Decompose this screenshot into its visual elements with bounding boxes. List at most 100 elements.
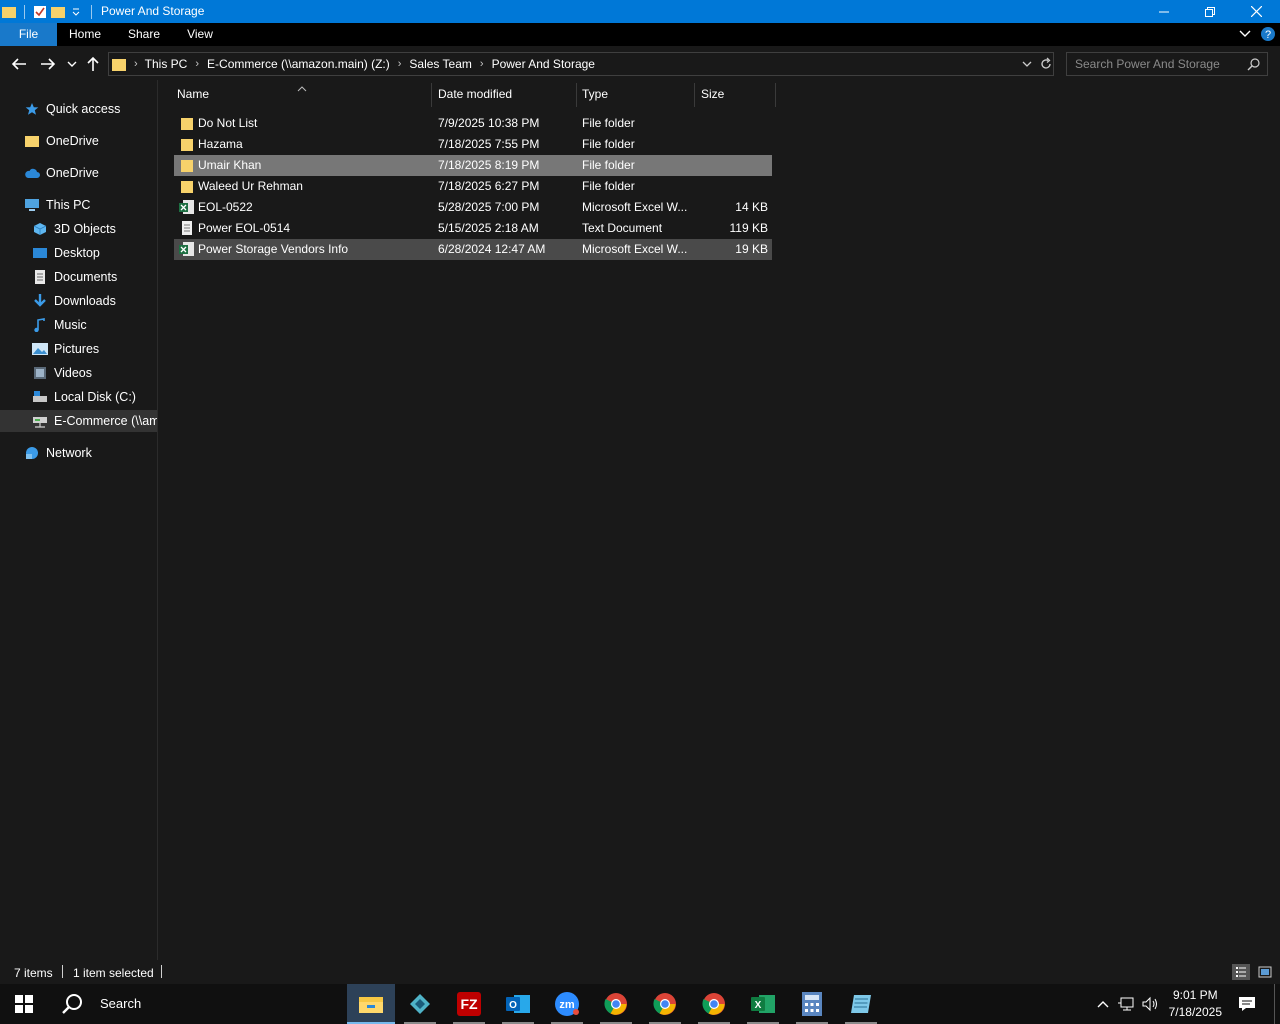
taskbar-zoom[interactable]: zm [543, 984, 591, 1024]
nav-item-onedrive-folder[interactable]: OneDrive [24, 130, 99, 152]
quick-access-toolbar [0, 0, 98, 23]
start-button[interactable] [0, 984, 48, 1024]
clock-date: 7/18/2025 [1168, 1005, 1222, 1019]
nav-item-3d-objects[interactable]: 3D Objects [32, 218, 116, 240]
expand-ribbon-button[interactable] [1238, 28, 1254, 42]
taskbar-chrome-3[interactable] [690, 984, 738, 1024]
chevron-down-icon [1022, 61, 1032, 67]
file-date: 7/18/2025 6:27 PM [438, 179, 540, 193]
minimize-icon [1159, 11, 1169, 12]
file-name: Power Storage Vendors Info [198, 242, 349, 256]
zoom-icon: zm [555, 992, 579, 1016]
nav-item-documents[interactable]: Documents [32, 266, 117, 288]
file-list: Name Date modified Type Size Do Not List… [158, 80, 1280, 960]
svg-text:FZ: FZ [460, 996, 478, 1012]
search-input[interactable]: Search Power And Storage [1075, 57, 1220, 71]
new-folder-icon[interactable] [49, 3, 67, 21]
properties-icon[interactable] [31, 3, 49, 21]
show-hidden-icons-button[interactable] [1096, 997, 1110, 1011]
file-size [696, 155, 768, 176]
tab-share[interactable]: Share [120, 23, 168, 46]
folder-icon [181, 181, 193, 193]
nav-item-ecommerce-drive[interactable]: E-Commerce (\\amazon.main) (Z:) [0, 410, 157, 432]
taskbar: Search FZ O zm X 9:01 PM 7/18/2025 [0, 984, 1280, 1024]
folder-icon [0, 3, 18, 21]
taskbar-filezilla[interactable]: FZ [445, 984, 493, 1024]
address-bar[interactable]: › This PC › E-Commerce (\\amazon.main) (… [108, 52, 1054, 76]
taskbar-search-button[interactable] [48, 984, 96, 1024]
breadcrumb-power-and-storage[interactable]: Power And Storage [492, 57, 595, 71]
search-box[interactable]: Search Power And Storage [1066, 52, 1268, 76]
file-name: EOL-0522 [198, 200, 253, 214]
network-drive-icon [32, 413, 48, 429]
arrow-right-icon [41, 58, 56, 70]
taskbar-file-explorer[interactable] [347, 984, 395, 1024]
column-header-type[interactable]: Type [576, 80, 694, 108]
taskbar-clock[interactable]: 9:01 PM 7/18/2025 [1169, 987, 1222, 1021]
taskbar-outlook[interactable]: O [494, 984, 542, 1024]
refresh-button[interactable] [1039, 57, 1053, 71]
taskbar-chrome-2[interactable] [641, 984, 689, 1024]
nav-item-onedrive-cloud[interactable]: OneDrive [24, 162, 99, 184]
breadcrumb-ecommerce-drive[interactable]: E-Commerce (\\amazon.main) (Z:) [207, 57, 390, 71]
item-count: 7 items [14, 966, 53, 980]
file-row[interactable]: Power Storage Vendors Info 6/28/2024 12:… [174, 239, 772, 260]
taskbar-excel[interactable]: X [739, 984, 787, 1024]
breadcrumb: › This PC › E-Commerce (\\amazon.main) (… [109, 53, 595, 75]
tab-file[interactable]: File [0, 23, 57, 46]
nav-item-videos[interactable]: Videos [32, 362, 92, 384]
file-row[interactable]: Power EOL-0514 5/15/2025 2:18 AM Text Do… [174, 218, 772, 239]
nav-item-local-disk[interactable]: Local Disk (C:) [32, 386, 136, 408]
file-row[interactable]: Umair Khan 7/18/2025 8:19 PM File folder [174, 155, 772, 176]
restore-button[interactable] [1187, 0, 1233, 23]
outlook-icon: O [506, 995, 530, 1013]
breadcrumb-this-pc[interactable]: This PC [145, 57, 188, 71]
address-history-button[interactable] [1021, 58, 1033, 70]
action-center-button[interactable] [1232, 992, 1262, 1016]
details-view-button[interactable] [1232, 964, 1250, 980]
nav-item-label: This PC [46, 198, 91, 212]
column-separator[interactable] [775, 83, 776, 107]
tab-view[interactable]: View [176, 23, 224, 46]
toolbar-separator [24, 4, 25, 19]
minimize-button[interactable] [1141, 0, 1187, 23]
file-date: 5/15/2025 2:18 AM [438, 221, 539, 235]
file-row[interactable]: EOL-0522 5/28/2025 7:00 PM Microsoft Exc… [174, 197, 772, 218]
arrow-up-icon [87, 56, 99, 71]
up-button[interactable] [83, 54, 103, 74]
nav-item-desktop[interactable]: Desktop [32, 242, 100, 264]
large-icons-view-button[interactable] [1256, 964, 1274, 980]
nav-item-pictures[interactable]: Pictures [32, 338, 99, 360]
customize-toolbar-icon[interactable] [67, 3, 85, 21]
svg-text:O: O [509, 1000, 517, 1011]
taskbar-chrome-1[interactable] [592, 984, 640, 1024]
file-row[interactable]: Do Not List 7/9/2025 10:38 PM File folde… [174, 113, 772, 134]
taskbar-app-diamond[interactable] [396, 984, 444, 1024]
help-button[interactable]: ? [1260, 26, 1276, 42]
network-status-icon[interactable] [1118, 996, 1136, 1012]
breadcrumb-sales-team[interactable]: Sales Team [409, 57, 471, 71]
forward-button[interactable] [38, 54, 58, 74]
nav-item-music[interactable]: Music [32, 314, 87, 336]
close-button[interactable] [1233, 0, 1279, 23]
file-row[interactable]: Hazama 7/18/2025 7:55 PM File folder [174, 134, 772, 155]
file-row[interactable]: Waleed Ur Rehman 7/18/2025 6:27 PM File … [174, 176, 772, 197]
back-button[interactable] [9, 54, 29, 74]
column-header-name[interactable]: Name [171, 80, 431, 108]
tab-home[interactable]: Home [61, 23, 109, 46]
nav-item-downloads[interactable]: Downloads [32, 290, 116, 312]
show-desktop-button[interactable] [1274, 984, 1275, 1024]
file-name: Power EOL-0514 [198, 221, 291, 235]
taskbar-search-label[interactable]: Search [100, 996, 141, 1011]
column-header-size[interactable]: Size [695, 80, 775, 108]
nav-item-network[interactable]: Network [24, 442, 92, 464]
nav-item-this-pc[interactable]: This PC [24, 194, 90, 216]
folder-icon [181, 139, 193, 151]
folder-icon [181, 160, 193, 172]
taskbar-notepad[interactable] [837, 984, 885, 1024]
nav-item-quick-access[interactable]: Quick access [24, 98, 120, 120]
column-header-date[interactable]: Date modified [432, 80, 576, 108]
taskbar-calculator[interactable] [788, 984, 836, 1024]
volume-icon[interactable] [1142, 996, 1160, 1012]
recent-locations-button[interactable] [62, 54, 82, 74]
